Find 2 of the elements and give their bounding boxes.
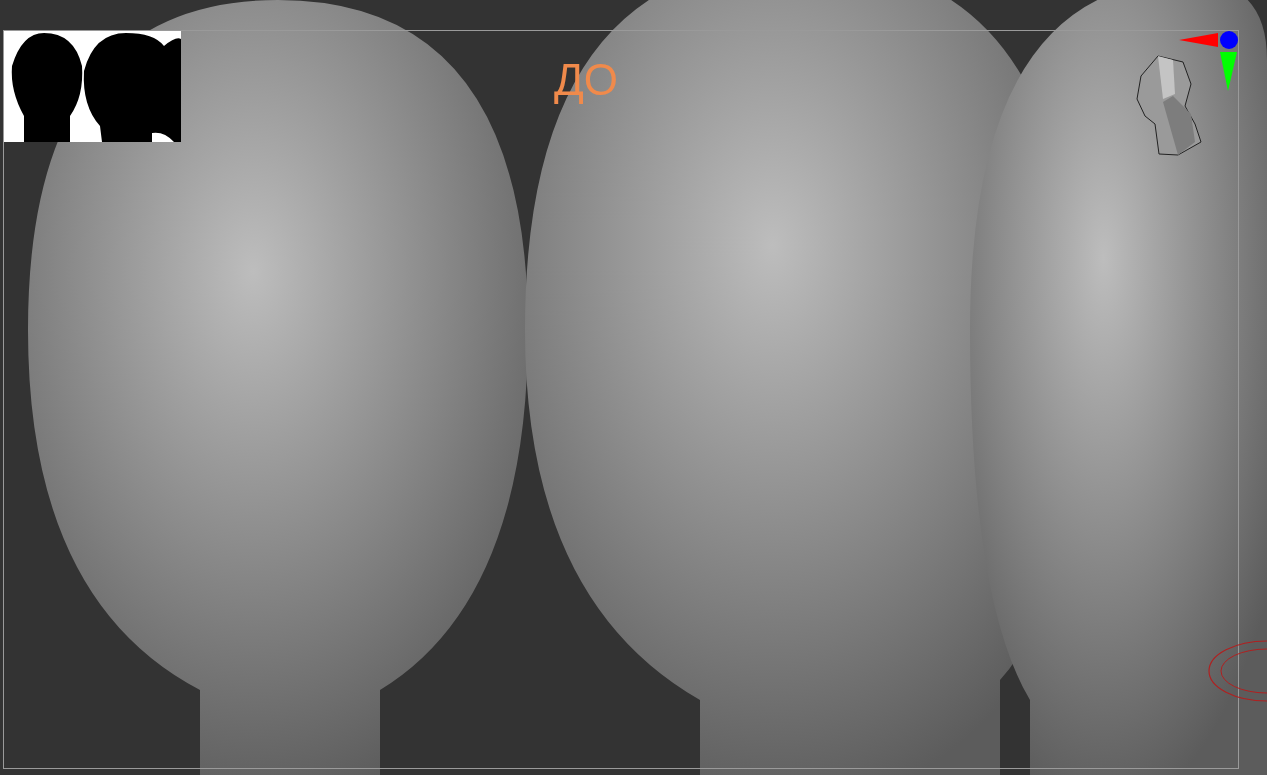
head-gizmo-icon[interactable] xyxy=(1133,54,1203,156)
brush-cursor-icon xyxy=(1207,639,1267,703)
